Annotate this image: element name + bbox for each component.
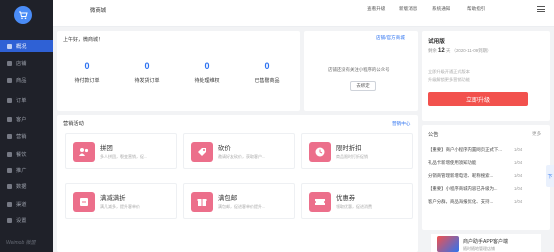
version-note: 升级解锁更多营销功能 <box>428 77 470 82</box>
group-buy-icon <box>73 142 95 162</box>
ad-title: 商户助手APP客户端 <box>463 239 509 245</box>
stat-unshipped-value[interactable]: 0 <box>117 61 177 71</box>
sidebar-item-data[interactable]: 数据 <box>0 180 53 192</box>
customer-icon <box>7 116 12 122</box>
stat-refund-label: 待处理维权 <box>194 78 220 84</box>
version-days: 剩余 12 天 （2020-11-09到期） <box>428 48 492 54</box>
marketing-icon <box>7 133 12 139</box>
promo-full-reduction[interactable]: 满减满折 满几减多，提升客单价 <box>65 183 177 219</box>
announcements-title: 公告 <box>428 132 439 138</box>
sidebar-item-channels[interactable]: 渠道 <box>0 198 53 210</box>
announcements-card: 公告 更多 【重要】商户小程序内置网页正式下... 1/04 礼品卡新增使用须知… <box>422 125 550 230</box>
gift-icon <box>191 192 213 212</box>
greeting: 上午好，微商城！ <box>63 37 104 43</box>
sidebar-item-catering[interactable]: 餐饮 <box>0 148 53 160</box>
ad-subtitle: 随时随地管理店铺 <box>463 246 495 251</box>
version-card: 试用版 剩余 12 天 （2020-11-09到期） 立即升级开通正式版本 升级… <box>422 31 550 121</box>
sidebar-item-promotion[interactable]: 推广 <box>0 164 53 176</box>
channel-icon <box>7 201 12 207</box>
reduction-icon <box>73 192 95 212</box>
promo-desc: 邀请好友砍价，获取客户... <box>218 154 266 159</box>
coupon-icon <box>309 192 331 212</box>
announcement-date: 1/04 <box>514 186 523 191</box>
announcement-date: 1/04 <box>514 173 523 178</box>
topbar: 微商城 查看升级 新版消息 系统通知 帮助指引 <box>53 0 554 27</box>
sidebar-item-overview[interactable]: 概况 <box>0 40 53 52</box>
sidebar-item-marketing[interactable]: 营销 <box>0 130 53 142</box>
float-download-tab[interactable]: 下 <box>546 165 554 187</box>
promo-name: 拼团 <box>100 145 113 152</box>
bind-button[interactable]: 去绑定 <box>350 81 376 91</box>
promo-coupon[interactable]: 优惠券 领取优惠，促进消费 <box>301 183 413 219</box>
announcement-date: 1/04 <box>514 160 523 165</box>
settings-icon <box>7 217 12 223</box>
promo-group-buy[interactable]: 拼团 多人拼团，裂变营销，促... <box>65 133 177 169</box>
sidebar: 概况 店铺 商品 订单 客户 营销 餐饮 推广 数据 渠道 设置 Weimob … <box>0 0 53 252</box>
sidebar-item-goods[interactable]: 商品 <box>0 74 53 86</box>
announcement-date: 1/04 <box>514 199 523 204</box>
announcement-date: 1/04 <box>514 147 523 152</box>
bargain-icon <box>191 142 213 162</box>
top-link-messages[interactable]: 新版消息 <box>399 6 417 12</box>
announcements-more-link[interactable]: 更多 <box>532 131 541 137</box>
shop-bind-info: 店铺还没有关注小程序的公众号 <box>328 67 390 72</box>
sidebar-item-shop[interactable]: 店铺 <box>0 57 53 69</box>
cart-icon <box>19 11 28 20</box>
version-title: 试用版 <box>428 39 445 45</box>
sidebar-item-settings[interactable]: 设置 <box>0 214 53 226</box>
promo-desc: 领取优惠，促进消费 <box>336 204 372 209</box>
promo-name: 限时折扣 <box>336 145 362 152</box>
app-icon <box>437 236 459 252</box>
app-ad[interactable]: 商户助手APP客户端 随时随地管理店铺 <box>431 234 541 252</box>
promo-name: 满包邮 <box>218 195 238 202</box>
top-link-notifications[interactable]: 系统通知 <box>432 6 450 12</box>
promo-desc: 满包邮，促进客单价提升... <box>218 204 266 209</box>
stat-unpaid-value[interactable]: 0 <box>57 61 117 71</box>
goods-icon <box>7 77 12 83</box>
shop-name: 微商城 <box>90 8 107 14</box>
menu-icon[interactable] <box>537 6 545 12</box>
overview-card: 上午好，微商城！ 0 待付款订单 0 待发货订单 0 待处理维权 0 已售罄商品 <box>57 31 300 111</box>
top-link-help[interactable]: 帮助指引 <box>467 6 485 12</box>
brand-logo: Weimob 微盟 <box>6 240 36 246</box>
stat-refund-value[interactable]: 0 <box>177 61 237 71</box>
order-icon <box>7 97 12 103</box>
version-note: 立即升级开通正式版本 <box>428 69 470 74</box>
data-icon <box>7 183 12 189</box>
upgrade-button[interactable]: 立即升级 <box>428 92 528 106</box>
shop-official-link[interactable]: 店铺/官方商城 <box>376 35 405 41</box>
promo-name: 砍价 <box>218 145 231 152</box>
promo-desc: 商品限时打折促销 <box>336 154 368 159</box>
stat-soldout-value[interactable]: 0 <box>237 61 297 71</box>
shop-icon <box>7 60 12 66</box>
stat-unpaid-label: 待付款订单 <box>74 78 100 84</box>
app-logo[interactable] <box>14 6 32 24</box>
sidebar-item-customers[interactable]: 客户 <box>0 113 53 125</box>
stat-soldout-label: 已售罄商品 <box>254 78 280 84</box>
promo-limited-discount[interactable]: 限时折扣 商品限时打折促销 <box>301 133 413 169</box>
promo-name: 满减满折 <box>100 195 126 202</box>
top-link-upgrade[interactable]: 查看升级 <box>367 6 385 12</box>
shop-info-card: 店铺/官方商城 店铺还没有关注小程序的公众号 去绑定 <box>304 31 418 111</box>
stat-unshipped-label: 待发货订单 <box>134 78 160 84</box>
promo-free-shipping[interactable]: 满包邮 满包邮，促进客单价提升... <box>183 183 295 219</box>
sidebar-item-orders[interactable]: 订单 <box>0 94 53 106</box>
promo-name: 优惠券 <box>336 195 356 202</box>
promotion-icon <box>7 167 12 173</box>
promo-desc: 多人拼团，裂变营销，促... <box>100 154 148 159</box>
promo-desc: 满几减多，提升客单价 <box>100 204 140 209</box>
clock-icon <box>309 142 331 162</box>
marketing-card: 营销活动 营销中心 拼团 多人拼团，裂变营销，促... 砍价 邀请好友砍价，获取… <box>57 115 418 252</box>
marketing-center-link[interactable]: 营销中心 <box>392 121 410 127</box>
promo-bargain[interactable]: 砍价 邀请好友砍价，获取客户... <box>183 133 295 169</box>
marketing-title: 营销活动 <box>63 121 84 127</box>
home-icon <box>7 43 12 49</box>
catering-icon <box>7 151 12 157</box>
